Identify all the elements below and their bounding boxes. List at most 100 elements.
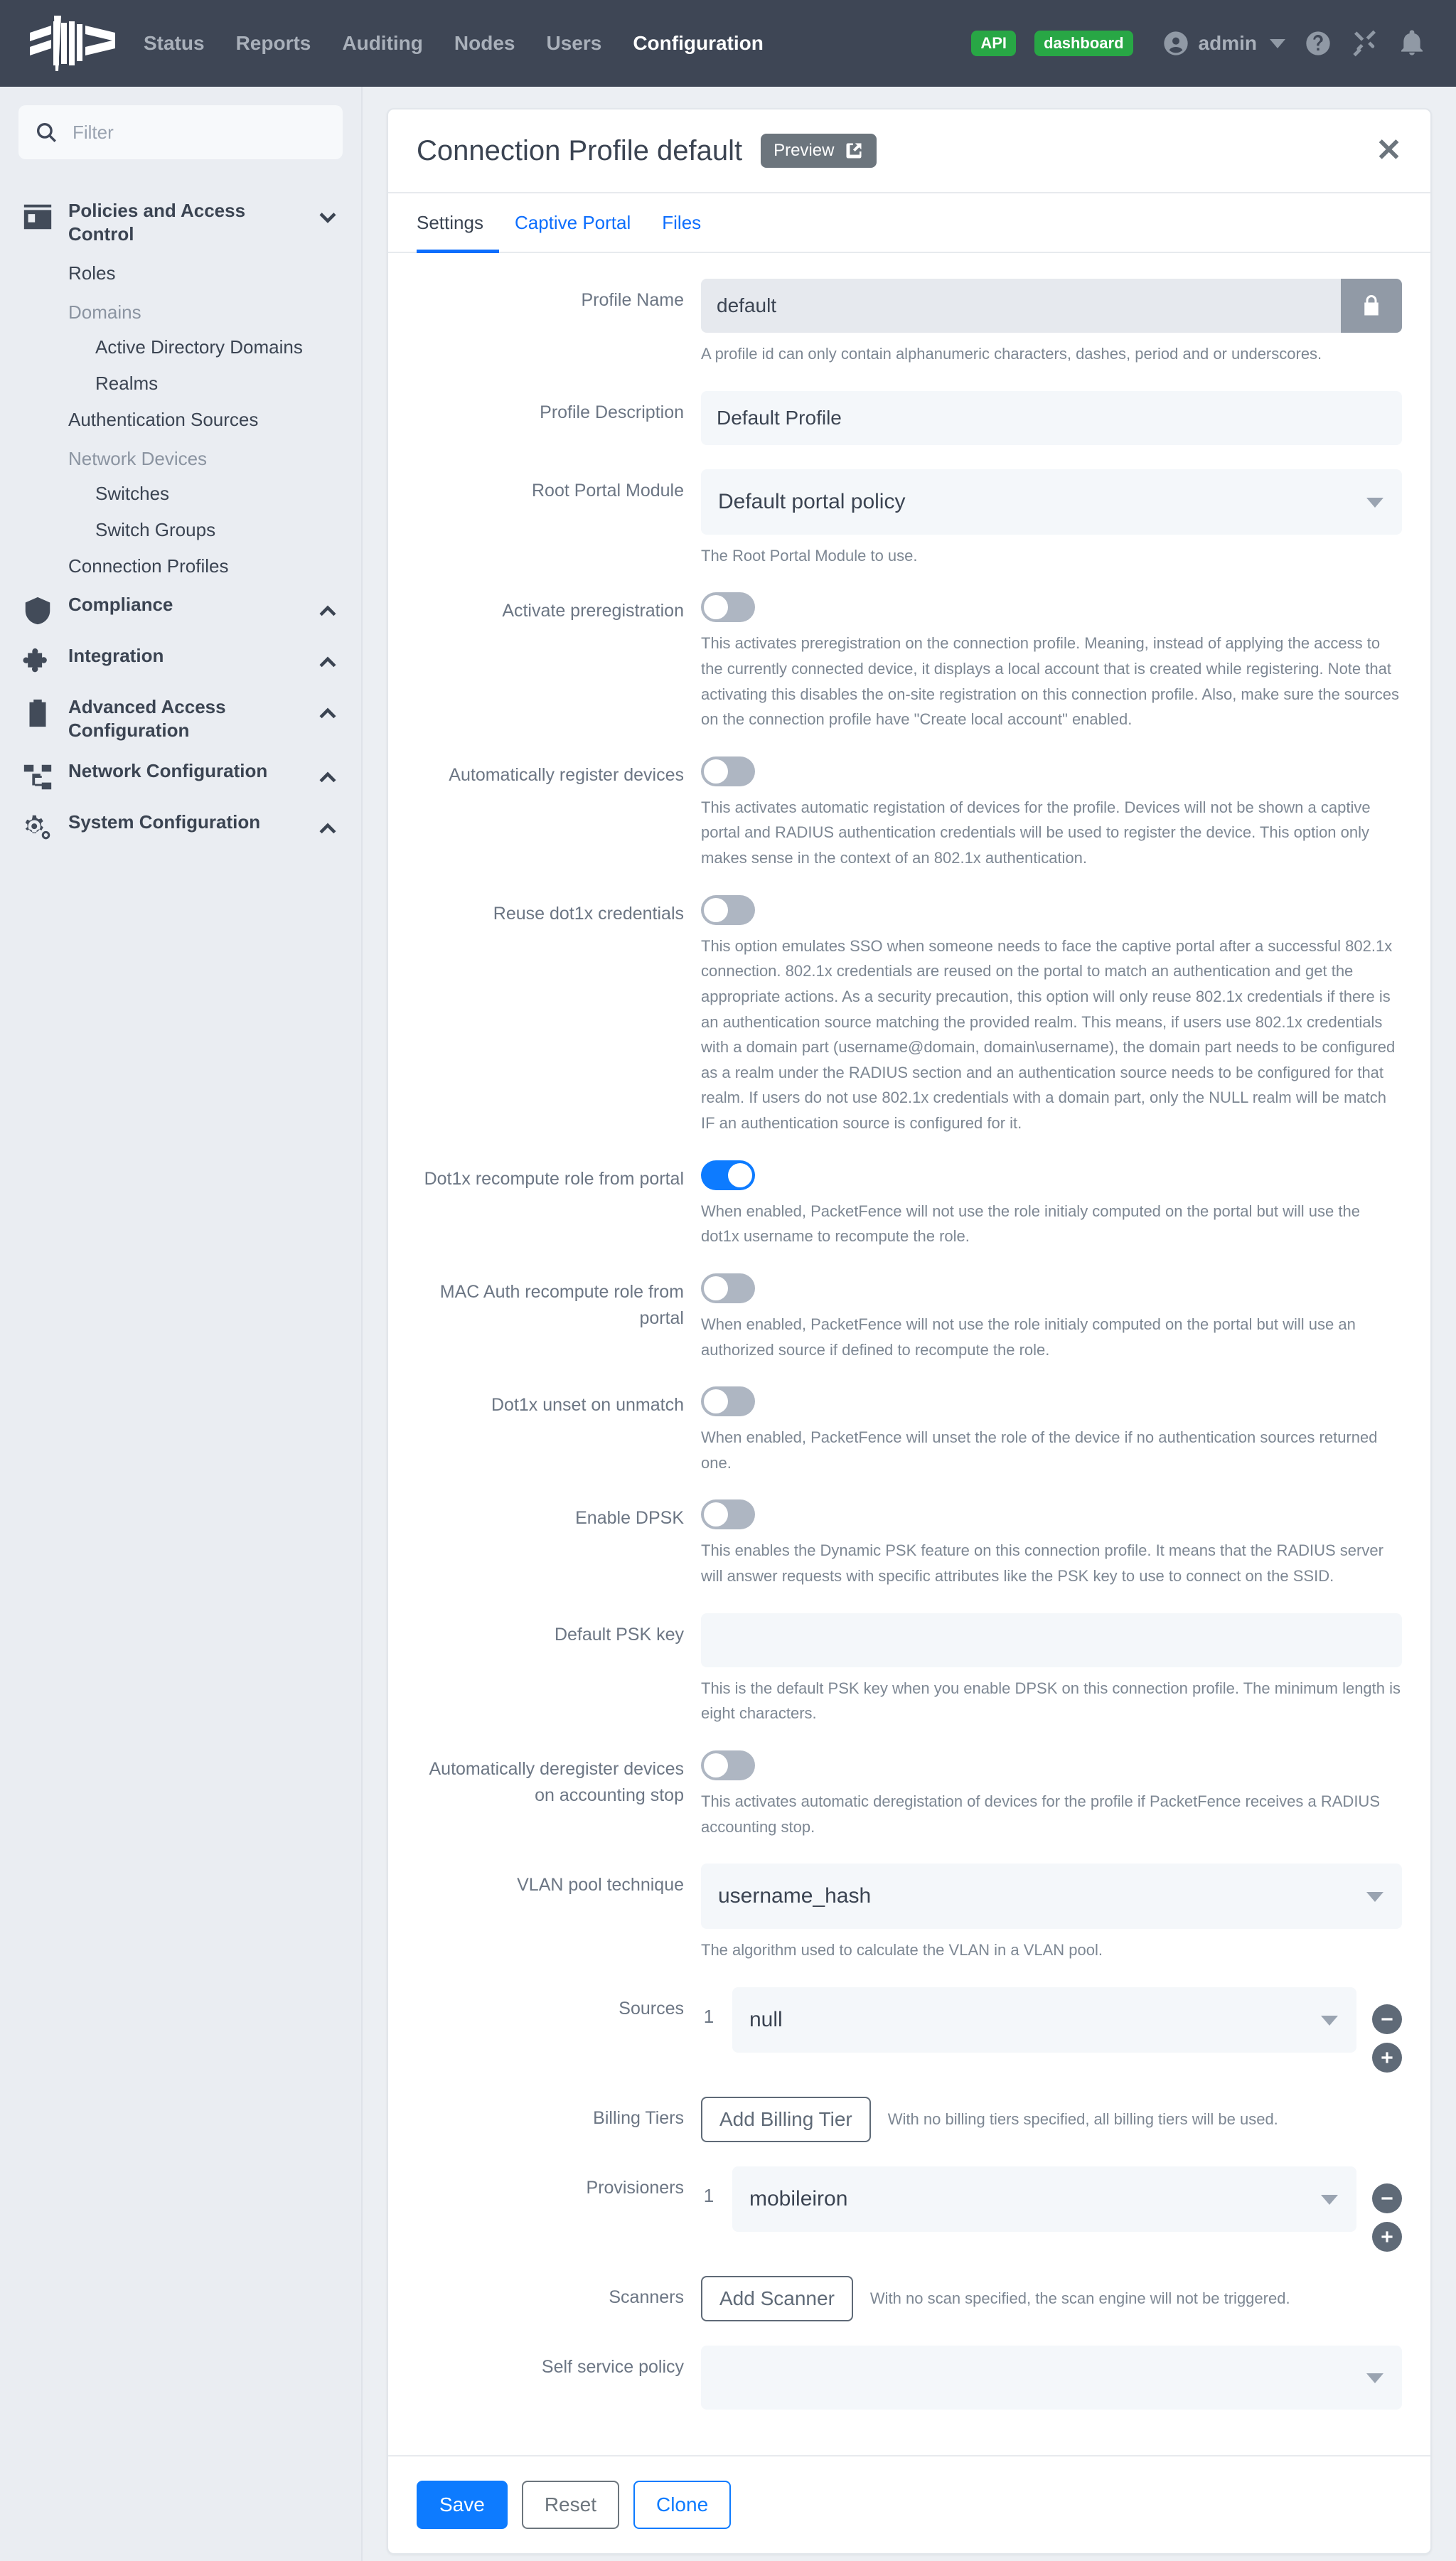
chevron-up-icon[interactable] bbox=[316, 816, 340, 840]
sidebar-group-label: Integration bbox=[68, 644, 164, 666]
sidebar-group-network-configuration[interactable]: Network Configuration bbox=[0, 751, 361, 802]
sidebar-group-label: Policies and Access Control bbox=[68, 200, 246, 245]
nav-link-reports[interactable]: Reports bbox=[236, 32, 311, 55]
profile-name-input[interactable]: default bbox=[701, 279, 1341, 333]
vlan-pool-technique-select[interactable]: username_hash bbox=[701, 1864, 1402, 1930]
sidebar-item-realms[interactable]: Realms bbox=[0, 365, 361, 402]
network-icon bbox=[23, 764, 52, 790]
chevron-down-icon bbox=[1366, 497, 1383, 508]
dashboard-badge[interactable]: dashboard bbox=[1034, 31, 1133, 56]
user-circle-icon bbox=[1163, 31, 1188, 55]
field-row-dot1x-recompute-role: Dot1x recompute role from portal When en… bbox=[417, 1160, 1402, 1249]
tab-settings[interactable]: Settings bbox=[417, 193, 499, 253]
tools-icon[interactable] bbox=[1351, 29, 1379, 58]
sidebar-item-roles[interactable]: Roles bbox=[0, 255, 361, 292]
field-row-profile-description: Profile Description Default Profile bbox=[417, 390, 1402, 445]
activate-preregistration-label: Activate preregistration bbox=[502, 601, 684, 621]
mac-auth-recompute-role-toggle[interactable] bbox=[701, 1273, 755, 1303]
chevron-down-icon bbox=[1270, 38, 1285, 48]
sources-remove-button[interactable] bbox=[1372, 2004, 1402, 2034]
close-icon[interactable]: ✕ bbox=[1376, 135, 1402, 166]
chevron-down-icon bbox=[1366, 2373, 1383, 2383]
provisioners-select[interactable]: mobileiron bbox=[732, 2166, 1356, 2232]
preview-button-label: Preview bbox=[774, 141, 835, 160]
provisioners-value: mobileiron bbox=[749, 2186, 848, 2210]
field-row-self-service-policy: Self service policy bbox=[417, 2345, 1402, 2410]
reset-button[interactable]: Reset bbox=[521, 2480, 619, 2529]
activate-preregistration-toggle[interactable] bbox=[701, 592, 755, 623]
reuse-dot1x-credentials-toggle[interactable] bbox=[701, 894, 755, 925]
profile-name-lock-button[interactable] bbox=[1341, 279, 1402, 333]
chevron-down-icon[interactable] bbox=[316, 205, 340, 229]
reuse-dot1x-credentials-hint: This option emulates SSO when someone ne… bbox=[701, 936, 1396, 1132]
search-icon bbox=[36, 122, 56, 142]
sidebar-item-connection-profiles[interactable]: Connection Profiles bbox=[0, 548, 361, 584]
sidebar-group-advanced-access-configuration[interactable]: Advanced Access Configuration bbox=[0, 687, 361, 752]
sidebar-group-compliance[interactable]: Compliance bbox=[0, 584, 361, 636]
field-row-activate-preregistration: Activate preregistration This activates … bbox=[417, 592, 1402, 732]
add-billing-tier-button[interactable]: Add Billing Tier bbox=[701, 2096, 871, 2142]
enable-dpsk-toggle[interactable] bbox=[701, 1499, 755, 1530]
packetfence-logo-icon[interactable] bbox=[30, 16, 115, 71]
self-service-policy-select[interactable] bbox=[701, 2345, 1402, 2410]
auto-register-devices-toggle[interactable] bbox=[701, 756, 755, 786]
sidebar-group-policies-and-access-control[interactable]: Policies and Access Control bbox=[0, 191, 361, 255]
field-row-auto-deregister: Automatically deregister devices on acco… bbox=[417, 1750, 1402, 1839]
sidebar-filter-input[interactable] bbox=[71, 120, 327, 144]
settings-form: Profile Name default A profile id can on… bbox=[388, 253, 1430, 2455]
tab-captive-portal[interactable]: Captive Portal bbox=[499, 193, 646, 253]
api-badge[interactable]: API bbox=[971, 31, 1017, 56]
user-menu[interactable]: admin bbox=[1162, 29, 1285, 58]
field-row-billing-tiers: Billing Tiers Add Billing Tier With no b… bbox=[417, 2096, 1402, 2142]
chevron-up-icon[interactable] bbox=[316, 701, 340, 725]
activate-preregistration-hint: This activates preregistration on the co… bbox=[701, 634, 1399, 729]
chevron-up-icon[interactable] bbox=[316, 599, 340, 623]
profile-name-hint: A profile id can only contain alphanumer… bbox=[701, 345, 1322, 363]
sidebar-subhead-domains: Domains bbox=[68, 301, 141, 323]
add-scanner-button[interactable]: Add Scanner bbox=[701, 2275, 853, 2321]
chevron-up-icon[interactable] bbox=[316, 650, 340, 674]
tab-files[interactable]: Files bbox=[646, 193, 717, 253]
save-button[interactable]: Save bbox=[417, 2480, 508, 2529]
field-row-auto-register-devices: Automatically register devices This acti… bbox=[417, 756, 1402, 871]
nav-link-configuration[interactable]: Configuration bbox=[633, 32, 764, 55]
sidebar-item-switch-groups[interactable]: Switch Groups bbox=[0, 512, 361, 548]
root-portal-module-select[interactable]: Default portal policy bbox=[701, 469, 1402, 535]
sidebar-item-active-directory-domains[interactable]: Active Directory Domains bbox=[0, 329, 361, 365]
billing-tiers-hint: With no billing tiers specified, all bil… bbox=[887, 2110, 1278, 2128]
nav-link-users[interactable]: Users bbox=[546, 32, 601, 55]
reuse-dot1x-credentials-label: Reuse dot1x credentials bbox=[493, 903, 684, 924]
provisioners-add-button[interactable] bbox=[1372, 2221, 1402, 2252]
sidebar-group-integration[interactable]: Integration bbox=[0, 636, 361, 687]
sidebar-group-system-configuration[interactable]: System Configuration bbox=[0, 802, 361, 853]
root-portal-module-hint: The Root Portal Module to use. bbox=[701, 546, 918, 565]
provisioners-row: 1 mobileiron bbox=[701, 2166, 1402, 2252]
sources-select[interactable]: null bbox=[732, 1987, 1356, 2053]
profile-description-input[interactable]: Default Profile bbox=[701, 390, 1402, 445]
provisioners-label: Provisioners bbox=[586, 2177, 684, 2198]
sidebar-item-authentication-sources[interactable]: Authentication Sources bbox=[0, 402, 361, 438]
sources-add-button[interactable] bbox=[1372, 2042, 1402, 2073]
dot1x-unset-on-unmatch-toggle[interactable] bbox=[701, 1386, 755, 1417]
clipboard-icon bbox=[29, 699, 46, 727]
sidebar-item-switches[interactable]: Switches bbox=[0, 476, 361, 512]
nav-link-status[interactable]: Status bbox=[144, 32, 205, 55]
chevron-down-icon bbox=[1321, 2015, 1338, 2026]
chevron-up-icon[interactable] bbox=[316, 765, 340, 789]
clone-button[interactable]: Clone bbox=[633, 2480, 732, 2529]
default-psk-key-input[interactable] bbox=[701, 1613, 1402, 1667]
preview-button[interactable]: Preview bbox=[761, 134, 877, 168]
field-row-profile-name: Profile Name default A profile id can on… bbox=[417, 279, 1402, 367]
auto-deregister-toggle[interactable] bbox=[701, 1750, 755, 1780]
field-row-default-psk-key: Default PSK key This is the default PSK … bbox=[417, 1613, 1402, 1726]
auto-register-devices-label: Automatically register devices bbox=[449, 764, 684, 785]
sidebar-filter[interactable] bbox=[18, 105, 343, 159]
dot1x-recompute-role-toggle[interactable] bbox=[701, 1160, 755, 1190]
nav-link-nodes[interactable]: Nodes bbox=[454, 32, 515, 55]
help-circle-icon[interactable] bbox=[1304, 29, 1332, 58]
provisioners-remove-button[interactable] bbox=[1372, 2183, 1402, 2213]
mac-auth-recompute-role-label: MAC Auth recompute role from portal bbox=[439, 1281, 684, 1329]
auto-register-devices-hint: This activates automatic registation of … bbox=[701, 798, 1371, 867]
nav-link-auditing[interactable]: Auditing bbox=[342, 32, 423, 55]
bell-icon[interactable] bbox=[1398, 29, 1426, 58]
